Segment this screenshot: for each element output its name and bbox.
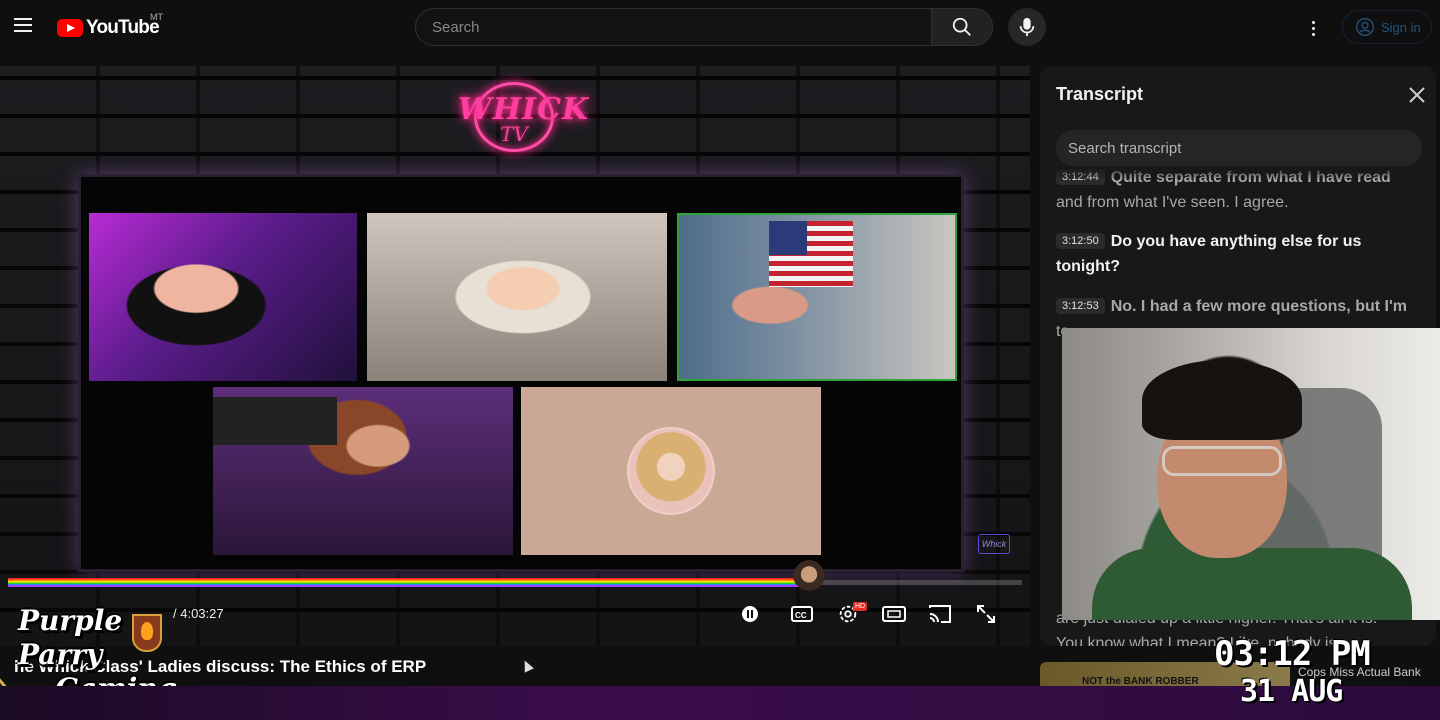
cast-icon xyxy=(929,605,951,623)
search-icon xyxy=(952,17,971,36)
settings-button[interactable]: HD xyxy=(834,602,868,626)
progress-bar[interactable] xyxy=(8,578,1022,587)
overlay-clock-time: 03:12 PM xyxy=(1214,634,1371,674)
stream-frame xyxy=(78,174,964,572)
us-flag xyxy=(769,221,853,287)
streamer-shirt xyxy=(1092,548,1412,620)
overlay-clock-date: 31 AUG xyxy=(1240,674,1343,709)
captions-button[interactable]: CC xyxy=(788,602,816,626)
segment-text-cont: tonight? xyxy=(1056,258,1120,275)
youtube-play-icon xyxy=(57,19,83,37)
menu-icon[interactable] xyxy=(10,14,36,40)
pause-icon xyxy=(742,606,758,622)
cc-icon: CC xyxy=(791,606,813,622)
participant-tile-4 xyxy=(213,387,513,555)
youtube-watch-page: YouTube MT Sign in WHICK TV Whi xyxy=(0,0,1440,720)
segment-text-cont: and from what I've seen. I agree. xyxy=(1056,194,1289,211)
cast-button[interactable] xyxy=(926,602,954,626)
logo-text: YouTube xyxy=(86,17,160,38)
close-icon[interactable] xyxy=(1406,84,1428,106)
bottom-stream-strip xyxy=(0,686,1440,720)
segment-text: No. I had a few more questions, but I'm xyxy=(1110,298,1407,315)
whick-tv-neon-logo: WHICK TV xyxy=(458,78,588,156)
transcript-fade xyxy=(1040,166,1436,180)
participant-tile-2 xyxy=(367,213,667,381)
country-code: MT xyxy=(150,12,163,22)
scrubber-handle[interactable] xyxy=(793,560,826,596)
transcript-segment[interactable]: 3:12:50 Do you have anything else for us t… xyxy=(1056,229,1426,279)
theater-mode-button[interactable] xyxy=(880,602,908,626)
neon-logo-subtext: TV xyxy=(500,122,528,146)
sign-in-label: Sign in xyxy=(1381,19,1421,35)
fullscreen-icon xyxy=(977,605,995,623)
fullscreen-button[interactable] xyxy=(972,602,1000,626)
transcript-title: Transcript xyxy=(1056,84,1144,104)
transcript-search-input[interactable] xyxy=(1056,130,1422,166)
participant-tile-1 xyxy=(89,213,357,381)
sign-in-button[interactable]: Sign in xyxy=(1342,10,1432,44)
progress-played-rainbow xyxy=(8,578,810,587)
whick-watermark: Whick xyxy=(978,534,1010,554)
shield-icon xyxy=(132,614,162,652)
masthead: YouTube MT Sign in xyxy=(0,0,1440,56)
more-options-icon[interactable] xyxy=(1300,15,1326,41)
search-input[interactable] xyxy=(415,8,932,46)
mini-screen-share xyxy=(213,397,337,445)
segment-text: Do you have anything else for us xyxy=(1110,233,1362,250)
participant-avatar xyxy=(627,427,715,515)
overlay-text-line1: Purple xyxy=(18,604,123,637)
youtube-logo[interactable]: YouTube xyxy=(57,16,160,40)
hd-badge: HD xyxy=(853,602,868,611)
segment-timestamp: 3:12:50 xyxy=(1056,233,1105,249)
streamer-glasses xyxy=(1162,446,1282,476)
participant-tile-5 xyxy=(521,387,821,555)
svg-text:CC: CC xyxy=(795,611,807,620)
pause-button[interactable] xyxy=(736,602,764,626)
theater-icon xyxy=(882,606,906,622)
voice-search-button[interactable] xyxy=(1008,8,1046,46)
overlay-text-line2: Parry xyxy=(18,638,103,671)
participant-tile-3 xyxy=(677,213,957,381)
streamer-hair xyxy=(1142,360,1302,440)
video-player[interactable]: WHICK TV Whick xyxy=(0,66,1030,646)
thumbnail-text: NOT the BANK ROBBER xyxy=(1082,676,1199,686)
microphone-icon xyxy=(1019,17,1035,37)
streamer-webcam-overlay xyxy=(1062,328,1440,620)
segment-timestamp: 3:12:53 xyxy=(1056,298,1105,314)
search-button[interactable] xyxy=(931,8,993,46)
time-display: / 4:03:27 xyxy=(173,606,224,621)
account-icon xyxy=(1356,18,1374,36)
